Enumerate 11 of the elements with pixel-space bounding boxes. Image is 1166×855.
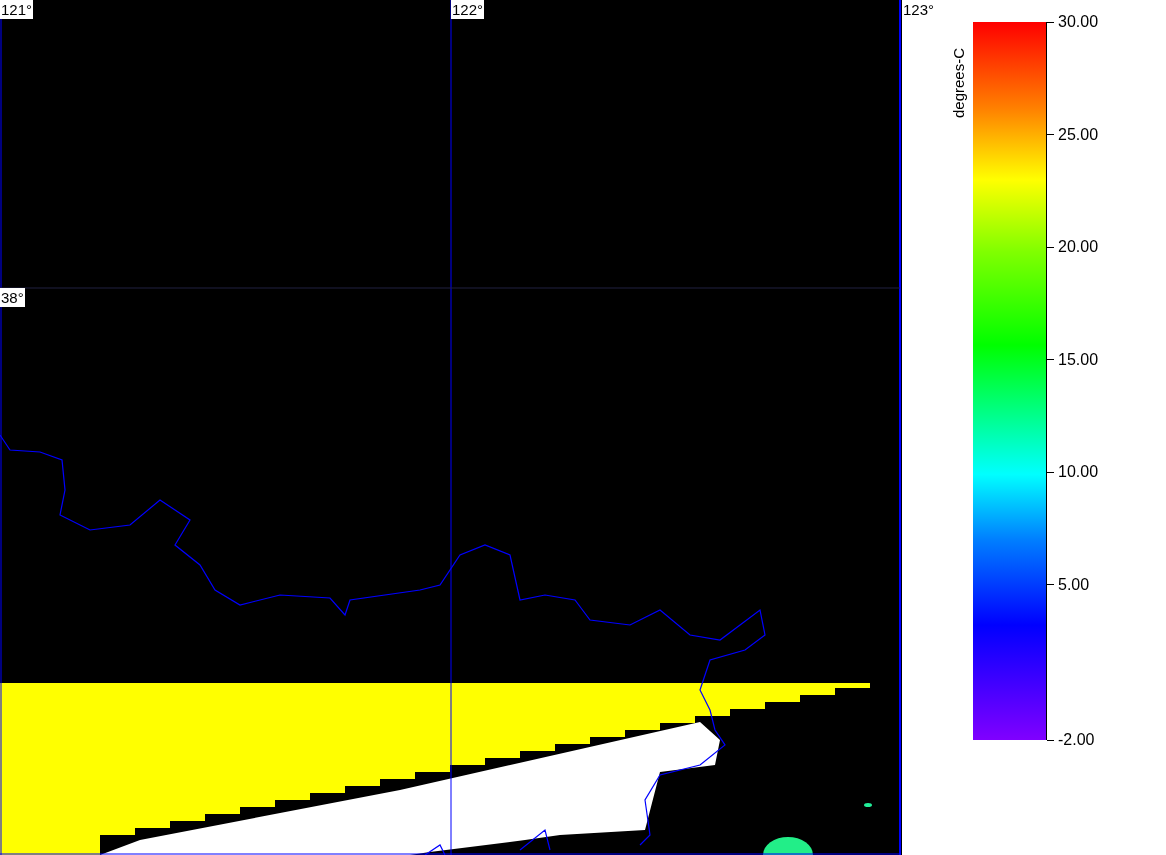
colorbar-tick-label: 10.00 — [1058, 462, 1099, 482]
colorbar-tick-label: 5.00 — [1058, 574, 1090, 595]
longitude-label: 121° — [0, 0, 34, 19]
longitude-label: 122° — [451, 0, 485, 19]
colorbar-tick-label: 15.00 — [1058, 349, 1099, 370]
colorbar-tick-label: 20.00 — [1058, 237, 1099, 257]
latitude-label: 38° — [0, 288, 25, 307]
colorbar-tick-label: 25.00 — [1058, 124, 1099, 145]
colorbar-tick-label: -2.00 — [1058, 730, 1095, 750]
unit-label: degrees-C — [949, 47, 968, 118]
colorbar-tick-label: 30.00 — [1058, 12, 1099, 32]
